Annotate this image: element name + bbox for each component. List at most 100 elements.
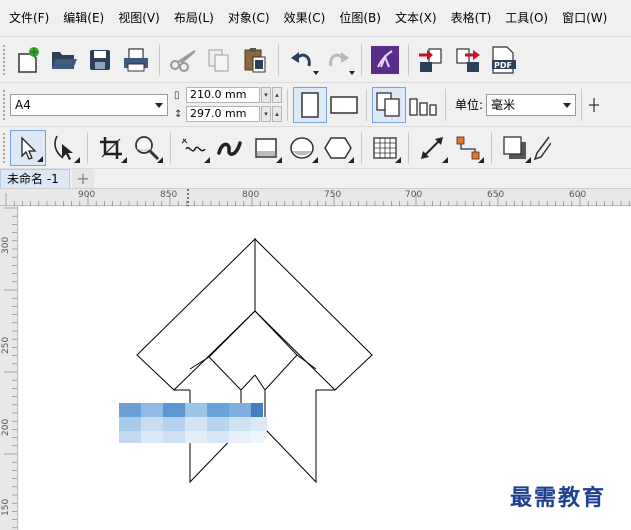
- toolbox: [0, 126, 631, 168]
- redo-dropdown-icon[interactable]: [349, 70, 355, 75]
- height-spinner-up[interactable]: ▴: [272, 106, 282, 122]
- width-spinner[interactable]: ▾: [261, 87, 271, 103]
- current-page-icon: [409, 97, 437, 116]
- toolbar-grip[interactable]: [3, 132, 7, 163]
- pick-tool-button[interactable]: [10, 129, 46, 166]
- zoom-tool-button[interactable]: [129, 130, 165, 166]
- document-tab[interactable]: 未命名 -1: [0, 169, 70, 188]
- ruler-label: 200: [1, 418, 11, 436]
- toolbar-grip[interactable]: [3, 89, 7, 120]
- page-size-select[interactable]: A4: [10, 93, 168, 116]
- import-button[interactable]: [414, 42, 450, 78]
- toolbar-separator: [408, 131, 409, 164]
- redo-icon: [329, 51, 349, 66]
- clipboard-paste-icon: [244, 47, 266, 72]
- polygon-tool-button[interactable]: [320, 130, 356, 166]
- unit-select[interactable]: 毫米: [486, 93, 577, 116]
- toolbar-separator: [445, 88, 446, 121]
- menu-tools[interactable]: 工具(O): [498, 0, 555, 36]
- lower-right-leg: [264, 390, 317, 484]
- copy-button[interactable]: [201, 42, 237, 78]
- eyedropper-tool-button[interactable]: [533, 130, 551, 166]
- ruler-label: 300: [1, 236, 11, 254]
- landscape-button[interactable]: [327, 87, 361, 123]
- width-spinner-up[interactable]: ▴: [272, 87, 282, 103]
- eyedropper-icon: [533, 136, 551, 160]
- unit-label: 单位:: [455, 98, 484, 112]
- toolbar-separator: [581, 88, 583, 121]
- portrait-button[interactable]: [293, 86, 327, 123]
- application-launcher-button[interactable]: [367, 42, 403, 78]
- inner-left-band: [208, 310, 256, 391]
- toolbar-separator: [278, 43, 279, 76]
- menu-bitmaps[interactable]: 位图(B): [332, 0, 388, 36]
- menu-object[interactable]: 对象(C): [221, 0, 277, 36]
- page-size-value: A4: [15, 97, 31, 112]
- chevron-down-icon: [563, 102, 572, 108]
- redo-button[interactable]: [320, 42, 356, 78]
- menu-effects[interactable]: 效果(C): [277, 0, 333, 36]
- open-button[interactable]: [46, 42, 82, 78]
- crop-tool-button[interactable]: [93, 130, 129, 166]
- copy-icon: [208, 48, 229, 72]
- menu-table[interactable]: 表格(T): [444, 0, 499, 36]
- ellipse-tool-button[interactable]: [284, 130, 320, 166]
- menu-text[interactable]: 文本(X): [388, 0, 444, 36]
- shape-tool-button[interactable]: [46, 130, 82, 166]
- table-tool-button[interactable]: [367, 130, 403, 166]
- menu-file[interactable]: 文件(F): [2, 0, 56, 36]
- page-height-field[interactable]: 297.0 mm: [186, 106, 260, 122]
- rectangle-tool-button[interactable]: [248, 130, 284, 166]
- undo-dropdown-icon[interactable]: [313, 70, 319, 75]
- flyout-indicator-icon: [478, 156, 484, 163]
- print-button[interactable]: [118, 42, 154, 78]
- freehand-tool-button[interactable]: [176, 130, 212, 166]
- standard-toolbar: PDF: [0, 36, 631, 82]
- add-tab-button[interactable]: +: [72, 169, 94, 188]
- export-button[interactable]: [450, 42, 486, 78]
- ruler-label: 150: [1, 498, 11, 516]
- ruler-label: 650: [487, 190, 505, 200]
- menu-view[interactable]: 视图(V): [111, 0, 167, 36]
- folder-open-icon: [52, 51, 77, 69]
- undo-button[interactable]: [284, 42, 320, 78]
- all-pages-button[interactable]: [372, 86, 406, 123]
- artistic-media-tool-button[interactable]: [212, 130, 248, 166]
- save-button[interactable]: [82, 42, 118, 78]
- inner-right-band: [254, 310, 298, 391]
- page-width-row: ▯ 210.0 mm ▾ ▴: [174, 86, 282, 104]
- save-icon: [90, 49, 110, 70]
- ruler-label: 700: [405, 190, 423, 200]
- vertical-ruler[interactable]: 300 250 200 150: [0, 206, 18, 530]
- new-document-button[interactable]: [10, 42, 46, 78]
- svg-text:PDF: PDF: [494, 61, 512, 70]
- property-bar: A4 ▯ 210.0 mm ▾ ▴ ↕ 297.0 mm ▾ ▴ 单位: 毫米: [0, 82, 631, 126]
- drop-shadow-tool-button[interactable]: [497, 130, 533, 166]
- current-page-button[interactable]: [406, 87, 440, 123]
- flyout-indicator-icon: [395, 156, 401, 163]
- horizontal-ruler[interactable]: 900 850 800 750 700 650 600: [0, 188, 631, 206]
- menu-edit[interactable]: 编辑(E): [56, 0, 111, 36]
- watermark-text: 最需教育: [510, 485, 607, 511]
- cut-button[interactable]: [165, 42, 201, 78]
- nudge-icon: [589, 97, 600, 112]
- paste-button[interactable]: [237, 42, 273, 78]
- dimension-tool-button[interactable]: [414, 130, 450, 166]
- chevron-divider: [174, 354, 335, 391]
- flyout-indicator-icon: [276, 156, 282, 163]
- vertical-ruler-ticks: [4, 207, 17, 529]
- flyout-indicator-icon: [157, 156, 163, 163]
- undo-icon: [291, 51, 311, 66]
- width-icon: ▯: [174, 89, 180, 101]
- toolbar-separator: [159, 43, 160, 76]
- height-spinner[interactable]: ▾: [261, 106, 271, 122]
- connector-tool-button[interactable]: [450, 130, 486, 166]
- page-width-field[interactable]: 210.0 mm: [186, 87, 260, 103]
- ruler-label: 800: [242, 190, 260, 200]
- flyout-indicator-icon: [121, 156, 127, 163]
- menu-window[interactable]: 窗口(W): [555, 0, 614, 36]
- toolbar-grip[interactable]: [3, 44, 7, 75]
- nudge-button[interactable]: [587, 87, 601, 123]
- menu-layout[interactable]: 布局(L): [167, 0, 221, 36]
- publish-pdf-button[interactable]: PDF: [486, 42, 522, 78]
